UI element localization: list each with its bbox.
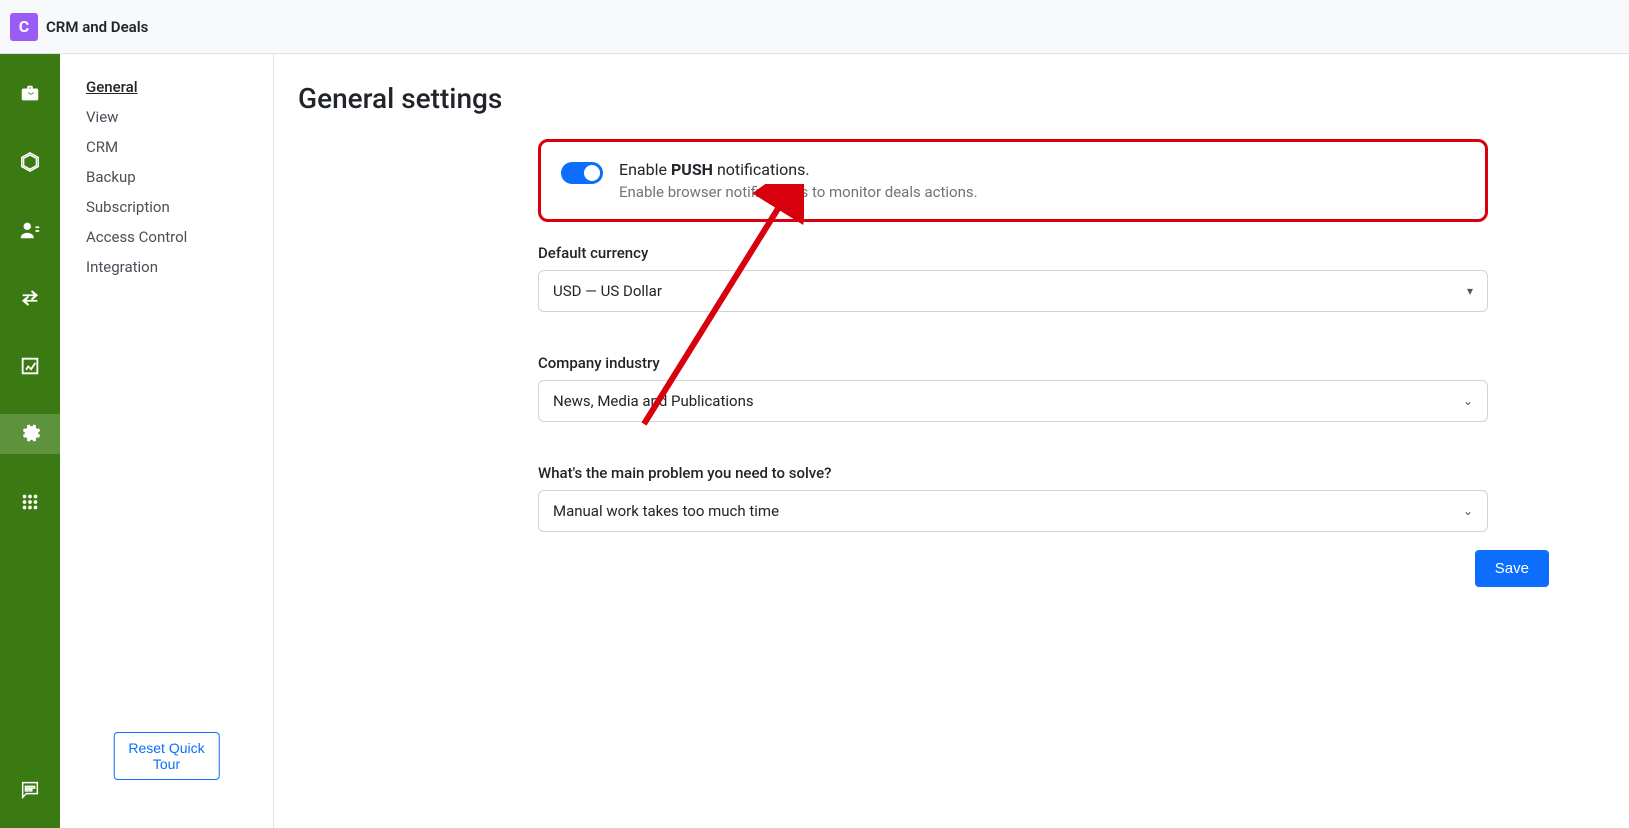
app-logo-letter: C: [19, 17, 29, 36]
currency-select[interactable]: USD — US Dollar ▾: [538, 270, 1488, 312]
chevron-down-icon: ▾: [1467, 284, 1473, 298]
push-title-bold: PUSH: [671, 160, 713, 179]
apps-icon[interactable]: [0, 482, 60, 522]
push-title: Enable PUSH notifications.: [619, 160, 978, 179]
push-title-before: Enable: [619, 160, 671, 179]
cube-icon[interactable]: [0, 142, 60, 182]
industry-select[interactable]: News, Media and Publications ⌄: [538, 380, 1488, 422]
chat-icon[interactable]: [0, 770, 60, 810]
push-desc: Enable browser notifications to monitor …: [619, 183, 978, 201]
app-title: CRM and Deals: [46, 18, 148, 36]
icon-sidebar: [0, 54, 60, 828]
industry-value: News, Media and Publications: [553, 392, 754, 410]
currency-value: USD — US Dollar: [553, 282, 662, 300]
problem-label: What's the main problem you need to solv…: [538, 464, 1488, 482]
briefcase-icon[interactable]: [0, 74, 60, 114]
chevron-down-icon: ⌄: [1463, 504, 1473, 518]
submenu-item-general[interactable]: General: [86, 78, 273, 96]
push-title-after: notifications.: [713, 160, 810, 179]
main-content: General settings Enable PUSH notificatio…: [274, 54, 1629, 828]
gear-icon[interactable]: [0, 414, 60, 454]
top-bar: C CRM and Deals: [0, 0, 1629, 54]
submenu-item-backup[interactable]: Backup: [86, 168, 273, 186]
analytics-icon[interactable]: [0, 346, 60, 386]
page-heading: General settings: [298, 82, 1605, 115]
problem-value: Manual work takes too much time: [553, 502, 779, 520]
submenu-item-crm[interactable]: CRM: [86, 138, 273, 156]
contacts-icon[interactable]: [0, 210, 60, 250]
push-toggle[interactable]: [561, 162, 603, 184]
reset-quick-tour-button[interactable]: Reset Quick Tour: [113, 732, 220, 780]
chevron-down-icon: ⌄: [1463, 394, 1473, 408]
settings-submenu: General View CRM Backup Subscription Acc…: [60, 54, 274, 828]
problem-select[interactable]: Manual work takes too much time ⌄: [538, 490, 1488, 532]
app-logo: C: [10, 13, 38, 41]
save-button[interactable]: Save: [1475, 550, 1549, 587]
push-notifications-block: Enable PUSH notifications. Enable browse…: [538, 139, 1488, 222]
submenu-item-view[interactable]: View: [86, 108, 273, 126]
submenu-item-access-control[interactable]: Access Control: [86, 228, 273, 246]
industry-label: Company industry: [538, 354, 1488, 372]
transfer-icon[interactable]: [0, 278, 60, 318]
submenu-item-subscription[interactable]: Subscription: [86, 198, 273, 216]
submenu-item-integration[interactable]: Integration: [86, 258, 273, 276]
currency-label: Default currency: [538, 244, 1488, 262]
